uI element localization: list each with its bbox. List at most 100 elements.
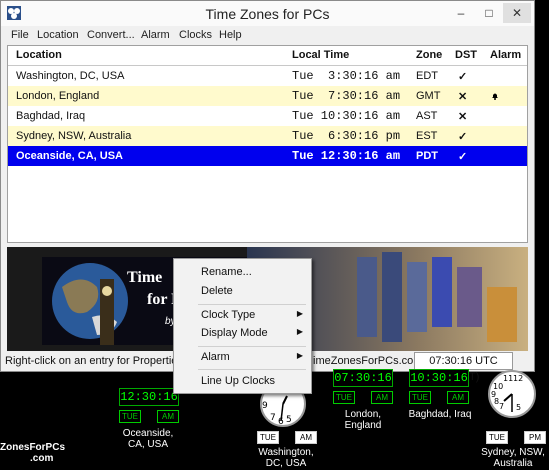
banner-title-1: Time: [127, 269, 163, 286]
menu-divider: [198, 304, 306, 305]
row-location: Baghdad, Iraq: [16, 110, 86, 122]
header-local-time[interactable]: Local Time: [292, 49, 349, 61]
menu-help[interactable]: Help: [219, 29, 242, 41]
clock-label: Baghdad, Iraq: [408, 409, 472, 420]
header-zone[interactable]: Zone: [416, 49, 442, 61]
analog-clock-sydney[interactable]: 11 12 9 10 7 8 5: [486, 368, 538, 420]
submenu-arrow-icon: ▶: [296, 309, 303, 318]
alarm-bell-icon: [492, 93, 498, 100]
clock-label: Oceanside,: [122, 428, 174, 439]
svg-text:5: 5: [516, 403, 521, 412]
clock-label: Australia: [493, 458, 533, 469]
day-badge: TUE: [119, 410, 141, 423]
svg-text:8: 8: [494, 397, 499, 406]
clock-label: CA, USA: [127, 439, 168, 450]
svg-text:5: 5: [286, 415, 292, 425]
menu-clocks[interactable]: Clocks: [179, 29, 212, 41]
menu-alarm[interactable]: Alarm: [141, 29, 170, 41]
menu-item-alarm[interactable]: Alarm ▶: [174, 349, 311, 367]
list-header: Location Local Time Zone DST Alarm: [8, 46, 527, 66]
row-time: Tue 12:30:16 am: [292, 149, 401, 163]
menu-item-label: Delete: [201, 285, 233, 297]
clock-label: Washington,: [258, 447, 314, 458]
svg-text:9: 9: [262, 401, 268, 411]
context-menu: Rename... Delete Clock Type ▶ Display Mod…: [173, 258, 312, 394]
svg-text:7: 7: [270, 413, 276, 423]
table-row[interactable]: Washington, DC, USA Tue 3:30:16 am EDT ✓: [8, 66, 527, 86]
dst-cross-icon: ✕: [458, 111, 468, 123]
submenu-arrow-icon: ▶: [296, 351, 303, 360]
maximize-button[interactable]: □: [475, 3, 503, 23]
digital-clock-oceanside[interactable]: 12:30:16: [119, 388, 179, 406]
day-badge: TUE: [486, 431, 508, 444]
dst-check-icon: ✓: [458, 131, 468, 143]
menu-item-rename[interactable]: Rename...: [174, 264, 311, 282]
menu-item-display-mode[interactable]: Display Mode ▶: [174, 325, 311, 343]
ampm-badge: AM: [295, 431, 317, 444]
table-row[interactable]: Sydney, NSW, Australia Tue 6:30:16 pm ES…: [8, 126, 527, 146]
ampm-badge: AM: [157, 410, 179, 423]
menu-divider: [198, 346, 306, 347]
svg-text:12: 12: [513, 374, 523, 383]
row-location: Washington, DC, USA: [16, 70, 125, 82]
digital-clock-london[interactable]: 07:30:16: [333, 369, 393, 387]
close-button[interactable]: ✕: [503, 3, 531, 23]
minimize-button[interactable]: –: [447, 3, 475, 23]
row-zone: EST: [416, 130, 438, 142]
clock-label: London,: [344, 409, 382, 420]
day-badge: TUE: [409, 391, 431, 404]
ampm-badge: AM: [447, 391, 469, 404]
menu-file[interactable]: File: [11, 29, 29, 41]
desktop-brand-suffix: .com: [30, 453, 54, 464]
row-zone: EDT: [416, 70, 438, 82]
menu-item-label: Line Up Clocks: [201, 375, 275, 387]
menu-item-label: Rename...: [201, 266, 252, 278]
desktop-brand: ZonesForPCs: [0, 442, 66, 453]
status-website[interactable]: imeZonesForPCs.com: [313, 355, 422, 367]
menu-convert[interactable]: Convert...: [87, 29, 135, 41]
dst-check-icon: ✓: [458, 71, 468, 83]
digital-clock-baghdad[interactable]: 10:30:16: [409, 369, 469, 387]
menu-location[interactable]: Location: [37, 29, 79, 41]
row-location: Oceanside, CA, USA: [16, 150, 123, 162]
row-zone: GMT: [416, 90, 441, 102]
row-time: Tue 3:30:16 am: [292, 69, 401, 83]
menu-item-delete[interactable]: Delete: [174, 283, 311, 301]
header-alarm[interactable]: Alarm: [490, 49, 521, 61]
table-row-selected[interactable]: Oceanside, CA, USA Tue 12:30:16 am PDT ✓: [8, 146, 527, 166]
day-badge: TUE: [257, 431, 279, 444]
menu-bar: File Location Convert... Alarm Clocks He…: [1, 26, 534, 44]
menu-divider: [198, 369, 306, 370]
row-zone: PDT: [416, 150, 438, 162]
menu-item-line-up-clocks[interactable]: Line Up Clocks: [174, 373, 311, 391]
clock-label: England: [344, 420, 382, 431]
menu-item-label: Display Mode: [201, 327, 268, 339]
title-bar[interactable]: Time Zones for PCs – □ ✕: [1, 1, 534, 26]
day-badge: TUE: [333, 391, 355, 404]
svg-text:11: 11: [503, 374, 513, 383]
location-list[interactable]: Location Local Time Zone DST Alarm Washi…: [7, 45, 528, 243]
submenu-arrow-icon: ▶: [296, 327, 303, 336]
menu-item-label: Clock Type: [201, 309, 256, 321]
ampm-badge: AM: [371, 391, 393, 404]
clock-label: DC, USA: [265, 458, 307, 469]
row-location: Sydney, NSW, Australia: [16, 130, 132, 142]
menu-item-label: Alarm: [201, 351, 230, 363]
dst-cross-icon: ✕: [458, 91, 468, 103]
header-location[interactable]: Location: [16, 49, 62, 61]
clock-label: Sydney, NSW,: [481, 447, 545, 458]
svg-text:10: 10: [493, 382, 503, 391]
row-time: Tue 10:30:16 am: [292, 109, 401, 123]
ampm-badge: PM: [524, 431, 546, 444]
table-row[interactable]: London, England Tue 7:30:16 am GMT ✕: [8, 86, 527, 106]
dst-check-icon: ✓: [458, 151, 468, 163]
row-time: Tue 6:30:16 pm: [292, 129, 401, 143]
row-zone: AST: [416, 110, 438, 122]
header-dst[interactable]: DST: [455, 49, 477, 61]
row-time: Tue 7:30:16 am: [292, 89, 401, 103]
table-row[interactable]: Baghdad, Iraq Tue 10:30:16 am AST ✕: [8, 106, 527, 126]
menu-item-clock-type[interactable]: Clock Type ▶: [174, 307, 311, 325]
row-location: London, England: [16, 90, 100, 102]
status-hint: Right-click on an entry for Properties: [5, 355, 183, 367]
svg-text:7: 7: [499, 402, 504, 411]
